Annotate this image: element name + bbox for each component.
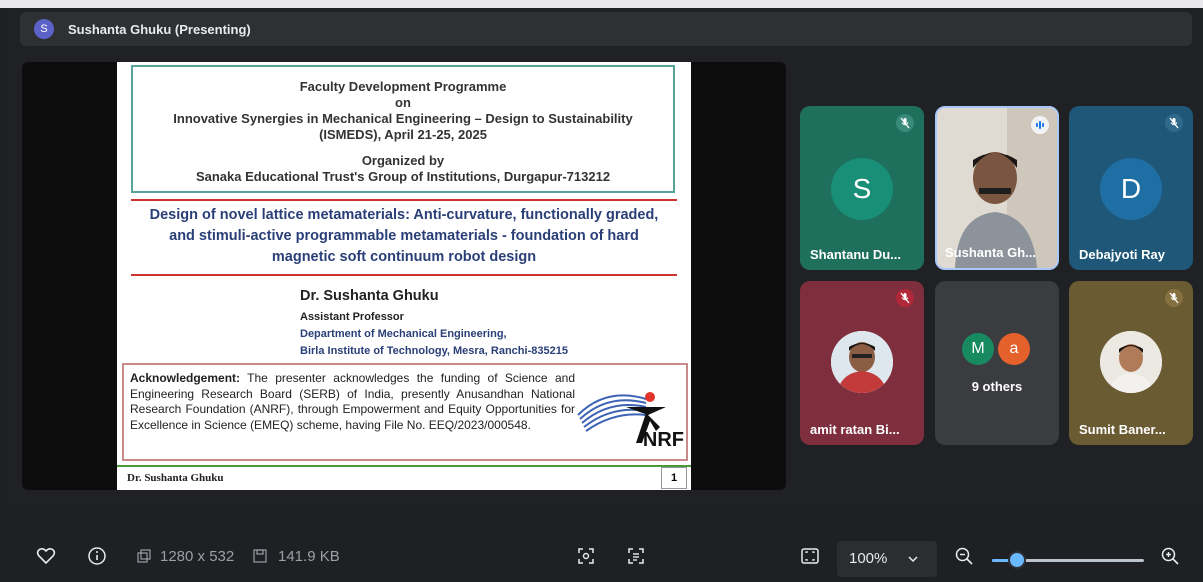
fit-to-window-button[interactable] (800, 530, 820, 582)
footer-divider (117, 465, 691, 467)
participant-name: Sushanta Gh... (945, 245, 1037, 260)
acknowledgement-text: Acknowledgement: The presenter acknowled… (130, 371, 575, 433)
extract-text-button[interactable] (626, 530, 646, 582)
file-size: 141.9 KB (252, 530, 340, 582)
others-tile[interactable]: M a 9 others (935, 281, 1059, 445)
others-count: 9 others (971, 379, 1023, 394)
dimensions-icon (137, 549, 151, 563)
divider (131, 274, 677, 276)
talk-title: Design of novel lattice metamaterials: A… (127, 205, 681, 268)
talk-title-line: and stimuli-active programmable metamate… (169, 228, 639, 244)
zoom-out-icon (955, 547, 973, 565)
zoom-level: 100% (849, 550, 888, 567)
zoom-slider-thumb[interactable] (1008, 551, 1026, 569)
zoom-in-button[interactable] (1160, 530, 1180, 582)
mic-off-icon (896, 289, 914, 307)
programme-title: Faculty Development Programme (299, 79, 507, 94)
image-dimensions: 1280 x 532 (136, 530, 234, 582)
author-name: Dr. Sushanta Ghuku (300, 288, 439, 304)
slide-page-number: 1 (661, 467, 687, 489)
participant-tile[interactable]: D Debajyoti Ray (1069, 106, 1193, 270)
participant-tile[interactable]: S Shantanu Du... (800, 106, 924, 270)
acknowledgement-heading: Acknowledgement: (130, 371, 241, 385)
participant-name: Debajyoti Ray (1079, 247, 1165, 262)
acknowledgement-box: Acknowledgement: The presenter acknowled… (122, 363, 688, 461)
info-icon (88, 547, 106, 565)
mic-off-icon (1165, 114, 1183, 132)
divider (131, 199, 677, 201)
scan-icon (578, 548, 594, 564)
author-department: Department of Mechanical Engineering, (300, 328, 507, 340)
dimensions-text: 1280 x 532 (160, 547, 235, 565)
programme-box: Faculty Development Programme on Innovat… (131, 65, 675, 193)
presenter-avatar: S (34, 19, 54, 39)
presenter-label: Sushanta Ghuku (Presenting) (68, 21, 251, 37)
participant-tile-active-speaker[interactable]: Sushanta Gh... (935, 106, 1059, 270)
programme-on: on (395, 95, 411, 110)
chevron-down-icon (908, 556, 918, 563)
participant-photo (831, 331, 893, 393)
author-role: Assistant Professor (300, 311, 404, 323)
programme-dates: (ISMEDS), April 21-25, 2025 (319, 127, 487, 142)
participant-avatar: S (831, 158, 893, 220)
participant-avatar: D (1100, 158, 1162, 220)
favorite-button[interactable] (36, 530, 56, 582)
window-top-edge (0, 0, 1203, 8)
shared-slide: Faculty Development Programme on Innovat… (117, 62, 691, 490)
participant-name: Sumit Baner... (1079, 422, 1166, 437)
others-avatar: a (998, 333, 1030, 365)
talk-title-line: Design of novel lattice metamaterials: A… (149, 207, 659, 223)
participant-name: amit ratan Bi... (810, 422, 900, 437)
visual-search-button[interactable] (576, 530, 596, 582)
text-scan-icon (628, 548, 644, 564)
organizer: Sanaka Educational Trust's Group of Inst… (195, 169, 611, 184)
zoom-in-icon (1161, 547, 1179, 565)
heart-icon (36, 547, 56, 565)
info-button[interactable] (87, 530, 107, 582)
save-disk-icon (253, 549, 267, 563)
mic-off-icon (896, 114, 914, 132)
talk-title-line: magnetic soft continuum robot design (271, 249, 537, 265)
participant-tile[interactable]: amit ratan Bi... (800, 281, 924, 445)
participant-name: Shantanu Du... (810, 247, 901, 262)
fit-screen-icon (801, 548, 819, 564)
participant-photo (1100, 331, 1162, 393)
mic-off-icon (1165, 289, 1183, 307)
zoom-dropdown[interactable]: 100% (837, 541, 937, 577)
others-avatar: M (962, 333, 994, 365)
author-institute: Birla Institute of Technology, Mesra, Ra… (300, 345, 568, 357)
speaking-indicator-icon (1031, 116, 1049, 134)
nrf-logo-text: NRF (642, 429, 684, 451)
zoom-out-button[interactable] (954, 530, 974, 582)
programme-name: Innovative Synergies in Mechanical Engin… (173, 111, 633, 126)
nrf-logo: NRF (576, 371, 686, 455)
footer-author: Dr. Sushanta Ghuku (127, 472, 224, 484)
participant-tile[interactable]: Sumit Baner... (1069, 281, 1193, 445)
file-size-text: 141.9 KB (278, 547, 340, 565)
presenting-bar: S Sushanta Ghuku (Presenting) (20, 12, 1192, 46)
organized-by: Organized by (361, 153, 445, 168)
